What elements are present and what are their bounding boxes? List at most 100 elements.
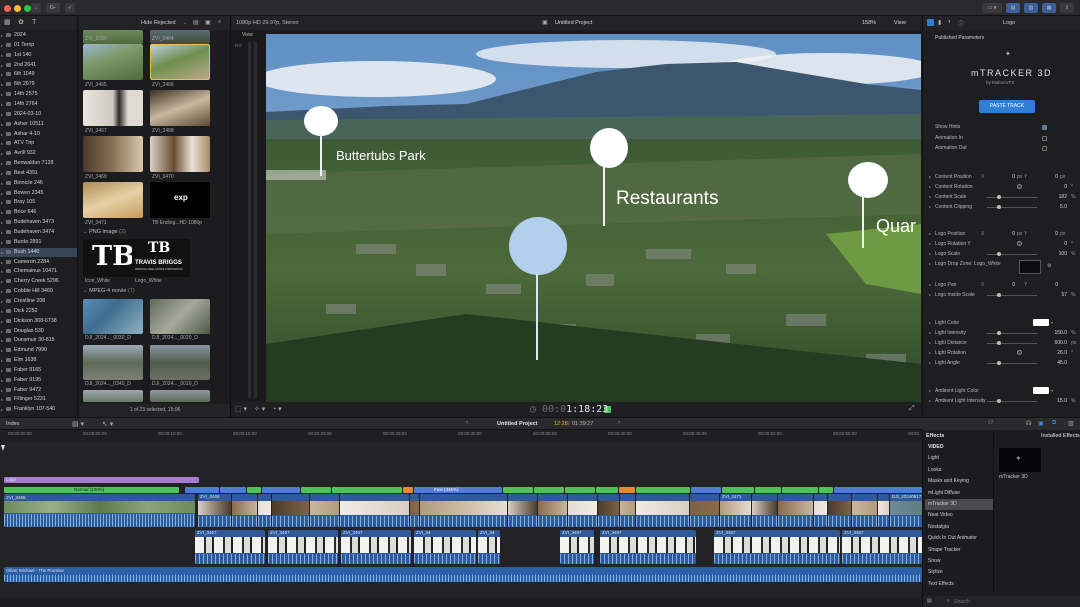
event-item[interactable]: ▸ Benwaldun 7128	[0, 159, 77, 168]
event-item[interactable]: ▸ Cherry Creek 5296	[0, 277, 77, 286]
zoom-window-button[interactable]	[24, 5, 31, 12]
storyline-clip[interactable]: ZVI_3469	[198, 494, 231, 527]
clip-thumbnail[interactable]	[83, 136, 143, 172]
event-item[interactable]: ▸ Cameron 2284	[0, 258, 77, 267]
retime-segment[interactable]	[565, 487, 595, 493]
storyline-clip[interactable]: ZVI_3471	[720, 494, 751, 527]
retime-segment[interactable]	[755, 487, 781, 493]
event-item[interactable]: ▸ 14th 2764	[0, 100, 77, 109]
close-window-button[interactable]	[4, 5, 11, 12]
location-pin-bubble[interactable]	[304, 106, 338, 136]
disclosure-icon[interactable]: ▸	[1, 139, 3, 148]
clip-thumbnail[interactable]	[150, 345, 210, 380]
connected-storyline[interactable]: ZVI_3467 ZVI_3467 ZVI_3467 ZVI_34 ZVI_34 ZVI_…	[0, 530, 922, 564]
disclosure-icon[interactable]: ▸	[929, 241, 931, 246]
disclosure-icon[interactable]: ▸	[929, 320, 931, 325]
effects-category-item[interactable]: Snow	[925, 556, 993, 567]
disclosure-icon[interactable]: ▸	[1, 238, 3, 247]
disclosure-icon[interactable]: ▸	[1, 277, 3, 286]
disclosure-icon[interactable]: ▸	[1, 228, 3, 237]
info-icon[interactable]: ⓘ	[958, 19, 964, 28]
paste-track-button[interactable]: PASTE TRACK	[979, 100, 1035, 113]
storyline-clip[interactable]	[310, 494, 339, 527]
forward-arrow-icon[interactable]: ›	[618, 420, 620, 426]
rotation-dial[interactable]	[1017, 241, 1022, 246]
retime-segment[interactable]	[834, 487, 922, 493]
parameter-value[interactable]: 150.0	[1035, 330, 1067, 336]
disclosure-icon[interactable]: ▸	[1, 208, 3, 217]
parameter-slider[interactable]	[987, 363, 1037, 364]
disclosure-icon[interactable]: ▸	[1, 317, 3, 326]
snapping-icon[interactable]: ⫽⫽	[988, 420, 993, 427]
disclosure-icon[interactable]: ▸	[1, 346, 3, 355]
storyline-clip[interactable]	[258, 494, 271, 527]
disclosure-icon[interactable]: ▸	[1, 376, 3, 385]
disclosure-icon[interactable]: ▸	[1, 179, 3, 188]
effects-search-input[interactable]	[954, 597, 1074, 606]
search-icon[interactable]: ⌕	[218, 19, 221, 26]
color-swatch[interactable]	[1033, 387, 1049, 394]
slider-knob[interactable]	[997, 331, 1001, 335]
titles-icon[interactable]: T	[32, 18, 36, 28]
clip-thumbnail-selected[interactable]	[150, 44, 210, 80]
storyline-clip[interactable]	[778, 494, 813, 527]
effects-category-item[interactable]: Looks	[925, 465, 993, 476]
disclosure-icon[interactable]: ▸	[1, 100, 3, 109]
location-pin-bubble-selected[interactable]	[509, 217, 567, 275]
parameter-slider[interactable]	[987, 197, 1037, 198]
playhead-marker[interactable]	[1, 445, 5, 451]
import-button[interactable]: ↓	[31, 3, 41, 13]
clip-thumbnail[interactable]	[83, 44, 143, 80]
checkbox[interactable]	[1042, 146, 1047, 151]
parameter-value[interactable]: 0	[993, 231, 1015, 237]
event-item[interactable]: ▸ Brice 646	[0, 208, 77, 217]
disclosure-icon[interactable]: ▸	[929, 204, 931, 209]
storyline-clip[interactable]	[620, 494, 635, 527]
clip-skimming-icon[interactable]: ▤ ▾	[72, 420, 84, 428]
disclosure-icon[interactable]: ▸	[1, 395, 3, 404]
retime-segment[interactable]: Normal (100%)	[4, 487, 179, 493]
zoom-popup[interactable]: 158%	[862, 20, 876, 26]
event-item[interactable]: ▸ ATV Trip	[0, 139, 77, 148]
parameter-value[interactable]: 0	[993, 174, 1015, 180]
retime-segment[interactable]	[619, 487, 635, 493]
storyline-clip[interactable]	[878, 494, 889, 527]
mtracker-effect-thumbnail[interactable]: ✦	[999, 448, 1041, 472]
parameter-value[interactable]: 600.0	[1035, 340, 1067, 346]
parameter-slider[interactable]	[987, 333, 1037, 334]
effects-category-item[interactable]: Masks and Keying	[925, 476, 993, 487]
disclosure-icon[interactable]: ▸	[1, 70, 3, 79]
parameter-slider[interactable]	[987, 343, 1037, 344]
storyline-clip[interactable]	[340, 494, 409, 527]
disclosure-icon[interactable]: ▸	[1, 159, 3, 168]
music-clip[interactable]: Oliver Michael - The Promise	[4, 567, 922, 582]
parameter-value[interactable]: 0	[993, 282, 1015, 288]
retime-segment[interactable]	[722, 487, 754, 493]
video-viewer[interactable]: Buttertubs Park Restaurants Quar	[266, 34, 921, 402]
effects-category-item[interactable]: Shape Tracker	[925, 545, 993, 556]
event-item[interactable]: ▸ 2nd 2641	[0, 61, 77, 70]
share-button[interactable]: ⇧	[1060, 3, 1074, 13]
event-item[interactable]: ▸ Franklyn 107-540	[0, 405, 77, 414]
audio-inspector-icon[interactable]: ▮	[938, 19, 941, 26]
effects-category-item[interactable]: Stylize	[925, 567, 993, 578]
disclosure-icon[interactable]: ▸	[1, 366, 3, 375]
logo-white-thumbnail[interactable]: TB TRAVIS BRIGGS PERSONAL REAL ESTATE CO…	[132, 239, 190, 277]
slider-knob[interactable]	[997, 399, 1001, 403]
disclosure-icon[interactable]: ▸	[1, 149, 3, 158]
connected-clip[interactable]: ZVI_3467	[560, 530, 594, 564]
disclosure-icon[interactable]: ▸	[1, 258, 3, 267]
disclosure-icon[interactable]: ▸	[1, 61, 3, 70]
filter-popup[interactable]: Hide Rejected	[141, 20, 176, 26]
clip-thumbnail[interactable]	[83, 182, 143, 218]
retime-segment[interactable]	[819, 487, 833, 493]
timeline-tracks[interactable]: Logo Normal (100%) Fast (345%) ZVI_3465 Z…	[0, 441, 922, 597]
disclosure-icon[interactable]: ▸	[929, 388, 931, 393]
clip-thumbnail[interactable]	[83, 345, 143, 380]
parameter-value[interactable]: 5.0	[1035, 204, 1067, 210]
event-item[interactable]: ▸ Best 4391	[0, 169, 77, 178]
slider-knob[interactable]	[997, 252, 1001, 256]
timeline-project-name[interactable]: Untitled Project	[497, 421, 538, 427]
retime-segment[interactable]	[179, 487, 183, 493]
location-pin-bubble[interactable]	[848, 162, 888, 198]
